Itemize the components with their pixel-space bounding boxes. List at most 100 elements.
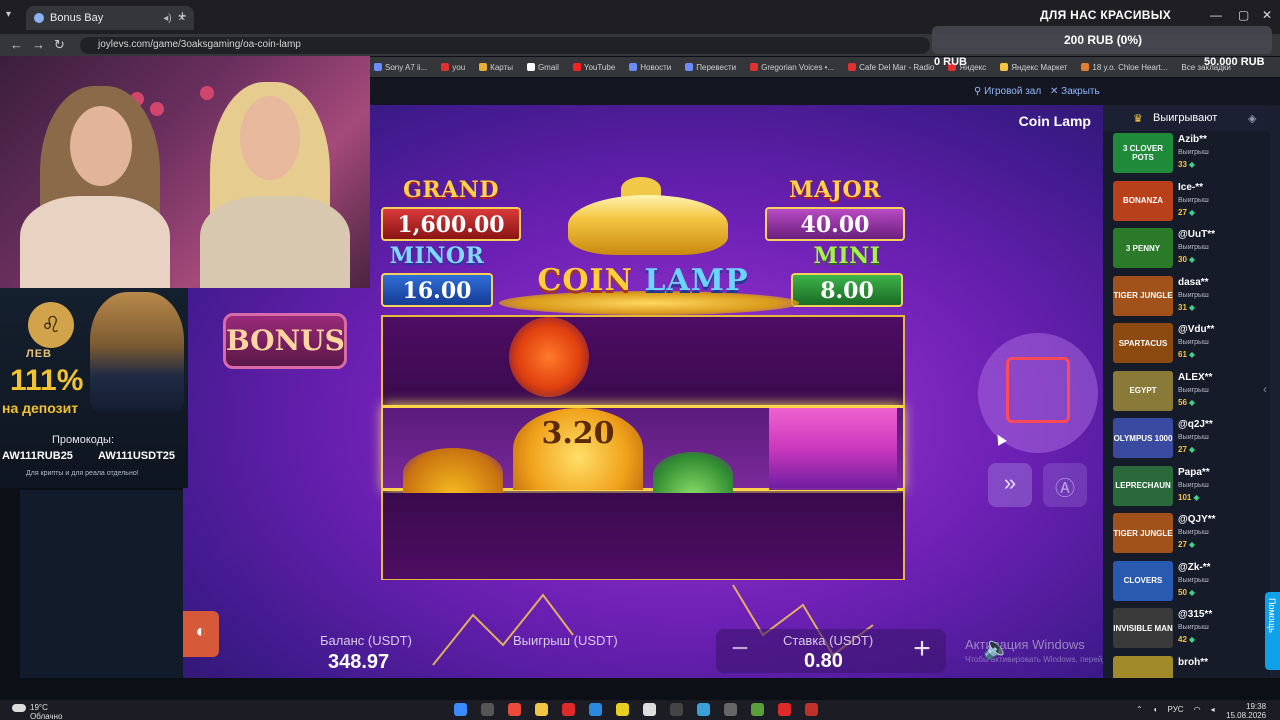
- winner-item[interactable]: SPARTACUS @Vdu** Выигрыш 61 ◆: [1113, 321, 1268, 365]
- system-tray: ⌃ ◖ РУС ◠ ◂: [1136, 705, 1215, 714]
- reload-icon[interactable]: ↻: [54, 37, 65, 53]
- game-thumbnail[interactable]: SPARTACUS: [1113, 323, 1173, 363]
- tray-chevron-icon[interactable]: ⌃: [1136, 705, 1143, 714]
- winner-name: @315**: [1178, 609, 1213, 620]
- jackpot-mini: MINI 8.00: [791, 243, 903, 307]
- app-icon[interactable]: [616, 703, 629, 716]
- jackpot-grand: GRAND 1,600.00: [381, 177, 521, 241]
- reel-row: [383, 493, 903, 579]
- turbo-button[interactable]: »: [988, 463, 1032, 507]
- app-icon[interactable]: [805, 703, 818, 716]
- notepad-icon[interactable]: [643, 703, 656, 716]
- wifi-icon[interactable]: ◠: [1194, 705, 1201, 714]
- bookmark[interactable]: Перевести: [685, 63, 736, 72]
- bookmark[interactable]: Sony A7 ii...: [374, 63, 427, 72]
- bookmark[interactable]: Cafe Del Mar - Radio: [848, 63, 934, 72]
- forward-icon[interactable]: →: [32, 37, 45, 52]
- yandex-browser-icon[interactable]: [778, 703, 791, 716]
- winner-label: Выигрыш: [1178, 576, 1209, 584]
- bookmark[interactable]: Gmail: [526, 63, 559, 72]
- collapse-arrow-icon[interactable]: ‹: [1263, 382, 1267, 396]
- fast-forward-icon: »: [1003, 470, 1017, 495]
- task-view-icon[interactable]: [481, 703, 494, 716]
- mic-icon[interactable]: ◖: [1153, 705, 1158, 714]
- winner-item[interactable]: 3 PENNY @UuT** Выигрыш 30 ◆: [1113, 226, 1268, 270]
- tab-search-icon[interactable]: ▾: [6, 9, 11, 20]
- yandex-icon[interactable]: [562, 703, 575, 716]
- person-left-face: [70, 106, 132, 186]
- bet-increase-button[interactable]: +: [904, 633, 940, 669]
- chrome-icon[interactable]: [508, 703, 521, 716]
- game-thumbnail[interactable]: 3 CLOVER POTS: [1113, 133, 1173, 173]
- winner-label: Выигрыш: [1178, 529, 1209, 536]
- help-tab[interactable]: Помощь: [1265, 592, 1280, 670]
- winner-item[interactable]: CLOVERS @Zk-** Выигрыш 50 ◆: [1113, 559, 1268, 603]
- autoplay-button[interactable]: Ⓐ: [1043, 463, 1087, 507]
- game-thumbnail[interactable]: CLOVERS: [1113, 560, 1173, 601]
- winner-name: dasa**: [1178, 276, 1209, 288]
- game-thumbnail[interactable]: 3 PENNY: [1113, 228, 1173, 268]
- clock[interactable]: 19:38 15.08.2026: [1226, 702, 1266, 720]
- app-icon[interactable]: [670, 703, 683, 716]
- game-thumbnail[interactable]: BONANZA: [1113, 180, 1173, 221]
- screen: ▾ Bonus Bay ◂) ✕ + — ▢ ✕ ← → ↻ joylevs.c…: [0, 0, 1280, 720]
- explorer-icon[interactable]: [535, 703, 548, 716]
- winner-item[interactable]: LEPRECHAUN Papa** Выигрыш 101 ◆: [1113, 464, 1268, 508]
- url-input[interactable]: joylevs.com/game/3oaksgaming/oa-coin-lam…: [80, 37, 930, 54]
- winner-amount-value: 27: [1178, 445, 1187, 454]
- weather-widget[interactable]: 19°C Облачно: [12, 703, 62, 720]
- winner-label: Выигрыш: [1178, 196, 1209, 204]
- bookmark[interactable]: Новости: [629, 63, 671, 72]
- winner-item[interactable]: 3 CLOVER POTS Azib** Выигрыш 33 ◆: [1113, 131, 1268, 175]
- winner-item[interactable]: INVISIBLE MAN @315** Выигрыш 42 ◆: [1113, 606, 1268, 650]
- game-thumbnail[interactable]: [1113, 655, 1173, 678]
- winner-item[interactable]: TIGER JUNGLE dasa** Выигрыш 31 ◆: [1113, 274, 1268, 318]
- game-thumbnail[interactable]: LEPRECHAUN: [1113, 465, 1173, 506]
- volume-icon[interactable]: ◂: [1211, 705, 1215, 714]
- game-title: Coin Lamp: [1018, 113, 1091, 129]
- language-indicator[interactable]: РУС: [1168, 705, 1184, 714]
- bookmark[interactable]: Gregorian Voices •...: [750, 63, 834, 72]
- pin-icon[interactable]: ◈: [1248, 112, 1256, 125]
- jackpot-value: 40.00: [765, 207, 905, 241]
- game-thumbnail[interactable]: EGYPT: [1113, 370, 1173, 411]
- goal-progress-text: 200 RUB (0%): [1064, 33, 1143, 47]
- app-icon[interactable]: [724, 703, 737, 716]
- jackpot-value: 1,600.00: [381, 207, 521, 241]
- new-tab-button[interactable]: +: [178, 8, 187, 25]
- winner-item[interactable]: TIGER JUNGLE @QJY** Выигрыш 27 ◆: [1113, 511, 1268, 555]
- bookmark[interactable]: Карты: [479, 63, 513, 72]
- winner-amount: 50 ◆: [1178, 588, 1195, 597]
- winner-amount: 56 ◆: [1178, 398, 1195, 407]
- bet-label: Ставка (USDT): [783, 633, 874, 648]
- winners-sidebar: ♛ Выигрывают ◈ 3 CLOVER POTS Azib** Выигры…: [1103, 105, 1270, 678]
- start-icon[interactable]: [454, 703, 467, 716]
- edge-icon[interactable]: [589, 703, 602, 716]
- sound-icon[interactable]: 🔈: [983, 635, 1017, 669]
- app-icon[interactable]: [697, 703, 710, 716]
- winner-item[interactable]: BONANZA Ice-** Выигрыш 27 ◆: [1113, 179, 1268, 223]
- winner-name: @QJY**: [1178, 514, 1216, 525]
- game-thumbnail[interactable]: TIGER JUNGLE: [1113, 275, 1173, 316]
- winner-item[interactable]: OLYMPUS 1000 @q2J** Выигрыш 27 ◆: [1113, 416, 1268, 460]
- bookmark[interactable]: YouTube: [572, 63, 615, 72]
- winner-item[interactable]: EGYPT ALEX** Выигрыш 56 ◆: [1113, 369, 1268, 413]
- winner-amount-value: 27: [1178, 540, 1187, 549]
- minecraft-icon[interactable]: [751, 703, 764, 716]
- winner-label: Выигрыш: [1178, 481, 1209, 489]
- game-thumbnail[interactable]: OLYMPUS 1000: [1113, 418, 1173, 458]
- menu-toggle-button[interactable]: ◐: [183, 611, 219, 657]
- bet-decrease-button[interactable]: −: [722, 633, 758, 669]
- game-thumbnail[interactable]: TIGER JUNGLE: [1113, 513, 1173, 553]
- bookmark-icon: [374, 63, 382, 72]
- bonus-buy-button[interactable]: BONUS: [223, 313, 347, 369]
- gem-icon: ◆: [1188, 397, 1196, 407]
- winner-item[interactable]: broh**: [1113, 654, 1268, 678]
- winners-header: ♛ Выигрывают ◈: [1103, 105, 1270, 131]
- bookmark[interactable]: you: [441, 63, 465, 72]
- back-icon[interactable]: ←: [10, 37, 23, 52]
- gem-icon: ◆: [1188, 302, 1196, 312]
- tab-audio-icon[interactable]: ◂): [163, 13, 171, 24]
- game-thumbnail[interactable]: INVISIBLE MAN: [1113, 608, 1173, 648]
- browser-tab[interactable]: Bonus Bay ◂) ✕: [26, 6, 194, 30]
